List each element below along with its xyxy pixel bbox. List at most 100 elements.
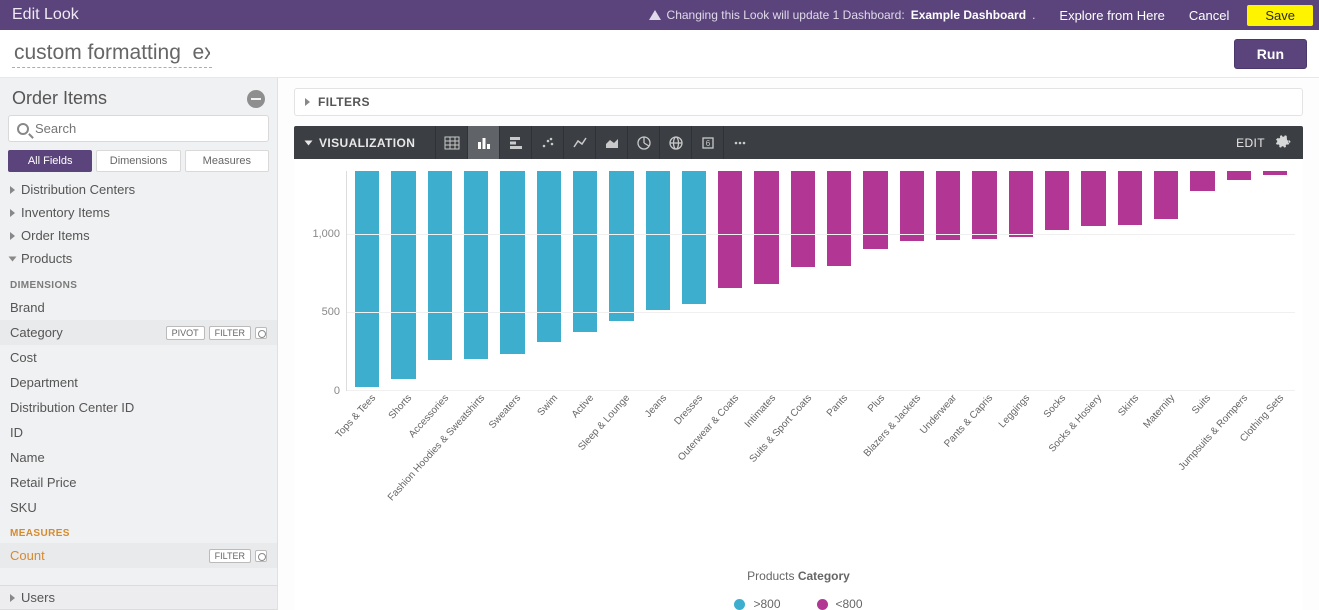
viz-area-icon[interactable] <box>595 126 627 159</box>
dimension-row[interactable]: Distribution Center ID <box>0 395 277 420</box>
field-name: Retail Price <box>10 475 267 490</box>
viz-more-icon[interactable] <box>723 126 755 159</box>
y-tick: 1,000 <box>312 228 340 240</box>
field-name: SKU <box>10 500 267 515</box>
legend-item-gt800[interactable]: >800 <box>734 597 780 610</box>
x-tick-label: Maternity <box>1141 393 1177 431</box>
bar[interactable]: Swim <box>537 171 561 390</box>
warning-text: Changing this Look will update 1 Dashboa… <box>667 8 905 22</box>
content-area: FILTERS VISUALIZATION 6 <box>278 78 1319 610</box>
bar[interactable]: Intimates <box>754 171 778 390</box>
search-field[interactable] <box>8 115 269 142</box>
viz-line-icon[interactable] <box>563 126 595 159</box>
bar-rect <box>1081 171 1105 226</box>
field-gear-icon[interactable] <box>255 550 267 562</box>
bar[interactable]: Fashion Hoodies & Sweatshirts <box>464 171 488 390</box>
viz-map-icon[interactable] <box>659 126 691 159</box>
x-tick-label: Tops & Tees <box>334 393 379 441</box>
chart-area: 05001,000 Tops & TeesShortsAccessoriesFa… <box>294 159 1303 610</box>
cancel-link[interactable]: Cancel <box>1189 8 1229 23</box>
bar[interactable]: Leggings <box>1009 171 1033 390</box>
collapse-sidebar-icon[interactable] <box>247 90 265 108</box>
dimension-row[interactable]: Cost <box>0 345 277 370</box>
bar[interactable]: Outerwear & Coats <box>718 171 742 390</box>
bar[interactable]: Dresses <box>682 171 706 390</box>
dimension-row[interactable]: ID <box>0 420 277 445</box>
save-button[interactable]: Save <box>1247 5 1313 26</box>
field-gear-icon[interactable] <box>255 327 267 339</box>
bar[interactable]: Maternity <box>1154 171 1178 390</box>
bar-rect <box>972 171 996 239</box>
x-tick-label: Plus <box>865 393 886 415</box>
pivot-button[interactable]: PIVOT <box>166 326 205 340</box>
viz-column-icon[interactable] <box>467 126 499 159</box>
bar[interactable]: Suits & Sport Coats <box>791 171 815 390</box>
run-button[interactable]: Run <box>1234 39 1307 69</box>
filters-panel-header[interactable]: FILTERS <box>295 89 1302 115</box>
dimension-row[interactable]: Name <box>0 445 277 470</box>
dimension-row[interactable]: Retail Price <box>0 470 277 495</box>
dimension-row[interactable]: Category PIVOT FILTER <box>0 320 277 345</box>
bar[interactable]: Pants & Capris <box>972 171 996 390</box>
look-name-input[interactable] <box>12 39 212 68</box>
field-name: Category <box>10 325 162 340</box>
plot-area: Tops & Tees Shorts Accessories Fashion Hood… <box>346 171 1295 391</box>
bar[interactable]: Underwear <box>936 171 960 390</box>
dimension-row[interactable]: Brand <box>0 295 277 320</box>
bar[interactable]: Jumpsuits & Rompers <box>1227 171 1251 390</box>
y-tick: 500 <box>322 306 340 318</box>
x-tick-label: Socks <box>1042 393 1068 421</box>
dimension-row[interactable]: SKU <box>0 495 277 520</box>
view-order-items[interactable]: Order Items <box>0 224 277 247</box>
visualization-panel-header[interactable]: VISUALIZATION <box>294 136 427 150</box>
bar[interactable]: Jeans <box>646 171 670 390</box>
bar-rect <box>355 171 379 387</box>
measure-row[interactable]: CountFILTER <box>0 543 277 568</box>
viz-table-icon[interactable] <box>435 126 467 159</box>
field-name: Distribution Center ID <box>10 400 267 415</box>
tab-measures[interactable]: Measures <box>185 150 269 172</box>
field-name: Cost <box>10 350 267 365</box>
bar[interactable]: Accessories <box>428 171 452 390</box>
viz-pie-icon[interactable] <box>627 126 659 159</box>
visualization-settings-icon[interactable] <box>1275 134 1293 152</box>
x-tick-label: Jeans <box>643 393 669 420</box>
tab-all-fields[interactable]: All Fields <box>8 150 92 172</box>
bar[interactable]: Active <box>573 171 597 390</box>
view-products[interactable]: Products <box>0 247 277 270</box>
bar[interactable]: Socks & Hosiery <box>1081 171 1105 390</box>
search-input[interactable] <box>35 121 260 136</box>
bar[interactable]: Sleep & Lounge <box>609 171 633 390</box>
bar[interactable]: Skirts <box>1118 171 1142 390</box>
bar[interactable]: Shorts <box>391 171 415 390</box>
bar[interactable]: Plus <box>863 171 887 390</box>
filter-button[interactable]: FILTER <box>209 549 251 563</box>
bar[interactable]: Pants <box>827 171 851 390</box>
bar[interactable]: Tops & Tees <box>355 171 379 390</box>
filter-button[interactable]: FILTER <box>209 326 251 340</box>
bar-rect <box>573 171 597 332</box>
swatch-blue-icon <box>734 599 745 610</box>
x-tick-label: Intimates <box>742 393 777 431</box>
view-inventory-items[interactable]: Inventory Items <box>0 201 277 224</box>
visualization-edit-link[interactable]: EDIT <box>1226 136 1275 150</box>
viz-single-value-icon[interactable]: 6 <box>691 126 723 159</box>
bar[interactable]: Blazers & Jackets <box>900 171 924 390</box>
viz-bar-icon[interactable] <box>499 126 531 159</box>
subbar: Run <box>0 30 1319 78</box>
column-chart[interactable]: 05001,000 Tops & TeesShortsAccessoriesFa… <box>302 171 1295 481</box>
bar[interactable]: Sweaters <box>500 171 524 390</box>
explore-from-here-link[interactable]: Explore from Here <box>1059 8 1164 23</box>
tab-dimensions[interactable]: Dimensions <box>96 150 180 172</box>
legend-item-lt800[interactable]: <800 <box>817 597 863 610</box>
viz-scatter-icon[interactable] <box>531 126 563 159</box>
bar[interactable]: Socks <box>1045 171 1069 390</box>
view-users[interactable]: Users <box>0 585 277 610</box>
bar-rect <box>936 171 960 240</box>
warning-dashboard-link[interactable]: Example Dashboard <box>911 8 1026 22</box>
bar[interactable]: Clothing Sets <box>1263 171 1287 390</box>
x-tick-label: Suits & Sport Coats <box>747 393 814 465</box>
dimension-row[interactable]: Department <box>0 370 277 395</box>
view-distribution-centers[interactable]: Distribution Centers <box>0 178 277 201</box>
bar[interactable]: Suits <box>1190 171 1214 390</box>
